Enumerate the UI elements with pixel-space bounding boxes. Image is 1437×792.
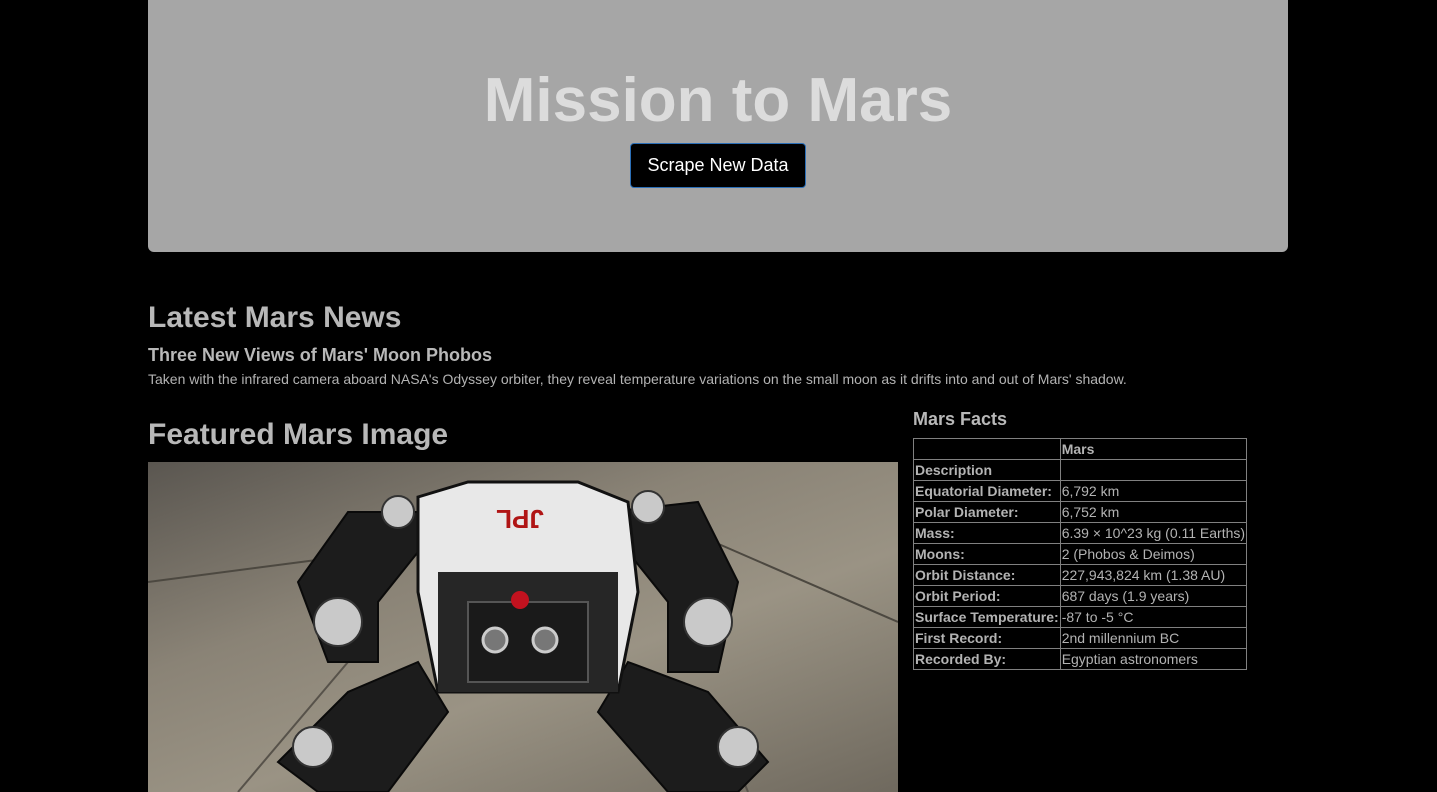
featured-image-heading: Featured Mars Image [148, 418, 449, 451]
fact-label: Polar Diameter: [913, 501, 1061, 523]
table-row: Orbit Distance: 227,943,824 km (1.38 AU) [913, 564, 1248, 586]
fact-label: Recorded By: [913, 648, 1061, 670]
mars-facts-table: Mars Description Equatorial Diameter: 6,… [913, 438, 1248, 670]
fact-label: First Record: [913, 627, 1061, 649]
fact-label: Moons: [913, 543, 1061, 565]
fact-value: 687 days (1.9 years) [1059, 585, 1248, 607]
table-row: First Record: 2nd millennium BC [913, 627, 1248, 649]
fact-label: Orbit Distance: [913, 564, 1061, 586]
jpl-logo: JPL [496, 504, 544, 534]
table-row: Moons: 2 (Phobos & Deimos) [913, 543, 1248, 565]
mars-facts-heading: Mars Facts [913, 409, 1008, 429]
fact-label: Mass: [913, 522, 1061, 544]
table-row: Surface Temperature: -87 to -5 °C [913, 606, 1248, 628]
scrape-new-data-button[interactable]: Scrape New Data [630, 143, 806, 188]
page-title: Mission to Mars [483, 66, 953, 135]
table-header-mars: Mars [1059, 438, 1248, 460]
table-row: Recorded By: Egyptian astronomers [913, 648, 1248, 670]
featured-image: JPL [148, 462, 898, 792]
fact-value: -87 to -5 °C [1059, 606, 1248, 628]
fact-value: 6,752 km [1059, 501, 1248, 523]
table-row: Equatorial Diameter: 6,792 km [913, 480, 1248, 502]
table-header-row: Mars [913, 438, 1248, 460]
robot-photo: JPL [148, 480, 898, 792]
news-heading: Latest Mars News [148, 301, 402, 334]
fact-label: Equatorial Diameter: [913, 480, 1061, 502]
table-row: Orbit Period: 687 days (1.9 years) [913, 585, 1248, 607]
fact-value: 6,792 km [1059, 480, 1248, 502]
fact-value: 2 (Phobos & Deimos) [1059, 543, 1248, 565]
fact-value [1059, 459, 1248, 481]
fact-value: 2nd millennium BC [1059, 627, 1248, 649]
fact-label: Orbit Period: [913, 585, 1061, 607]
jumbotron: Mission to Mars Scrape New Data [148, 0, 1288, 252]
table-row: Mass: 6.39 × 10^23 kg (0.11 Earths) [913, 522, 1248, 544]
table-row: Polar Diameter: 6,752 km [913, 501, 1248, 523]
table-row: Description [913, 459, 1248, 481]
news-paragraph: Taken with the infrared camera aboard NA… [148, 371, 1127, 387]
fact-label: Surface Temperature: [913, 606, 1061, 628]
fact-value: 227,943,824 km (1.38 AU) [1059, 564, 1248, 586]
news-title: Three New Views of Mars' Moon Phobos [148, 345, 493, 365]
fact-label: Description [913, 459, 1061, 481]
table-header-empty [913, 438, 1061, 460]
fact-value: Egyptian astronomers [1059, 648, 1248, 670]
fact-value: 6.39 × 10^23 kg (0.11 Earths) [1059, 522, 1248, 544]
